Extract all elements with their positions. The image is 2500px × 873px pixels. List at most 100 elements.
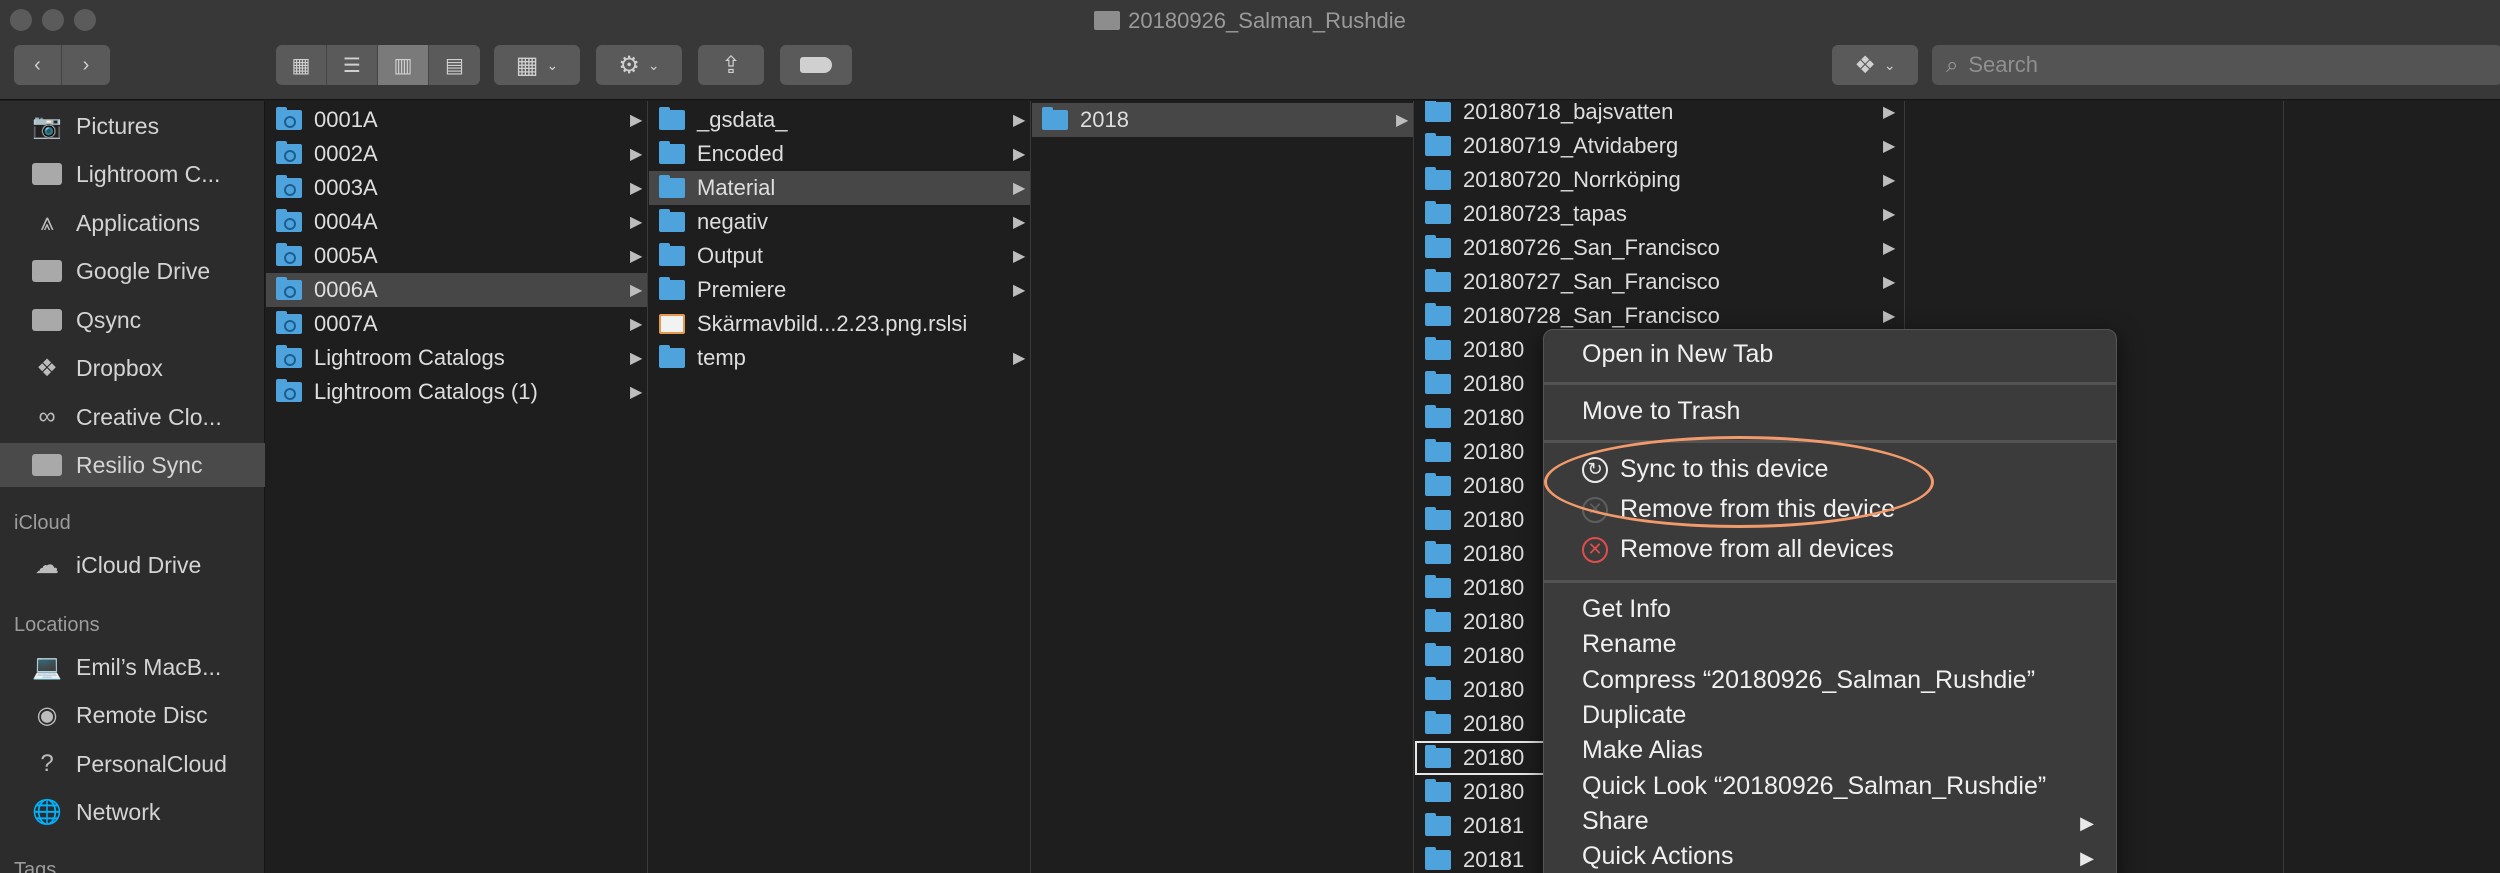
- sidebar-item-network[interactable]: 🌐 Network: [0, 790, 265, 834]
- list-item[interactable]: Premiere ▶: [649, 273, 1030, 307]
- sidebar-item-pictures[interactable]: 📷 Pictures: [0, 104, 265, 148]
- folder-icon: [30, 451, 64, 479]
- menu-item-remove-from-all-devices[interactable]: ✕ Remove from all devices: [1582, 535, 1894, 564]
- list-item[interactable]: 20180719_Atvidaberg ▶: [1415, 129, 1904, 163]
- list-item[interactable]: Skärmavbild...2.23.png.rslsi: [649, 307, 1030, 341]
- sidebar-item-creative-cloud[interactable]: ∞ Creative Clo...: [0, 395, 265, 439]
- list-item[interactable]: _gsdata_ ▶: [649, 103, 1030, 137]
- menu-item-open-new-tab[interactable]: Open in New Tab: [1582, 340, 1773, 369]
- folder-icon: [1425, 371, 1451, 394]
- sidebar-item-applications[interactable]: ⩓ Applications: [0, 201, 265, 245]
- chevron-right-icon: ▶: [1883, 172, 1896, 189]
- folder-icon: [1425, 541, 1451, 564]
- folder-icon: [1042, 107, 1068, 130]
- list-item[interactable]: Lightroom Catalogs ▶: [266, 341, 647, 375]
- folder-icon: [1425, 575, 1451, 598]
- list-item[interactable]: temp ▶: [649, 341, 1030, 375]
- chevron-right-icon: ▶: [1883, 104, 1896, 121]
- cloud-icon: ☁: [35, 551, 59, 579]
- list-item[interactable]: 2018 ▶: [1032, 103, 1413, 137]
- dropbox-menu-button[interactable]: ❖ ⌄: [1832, 45, 1918, 85]
- icon-view-icon[interactable]: ▦: [276, 45, 327, 85]
- sidebar-item-personalcloud[interactable]: ? PersonalCloud: [0, 742, 265, 786]
- sync-folder-icon: [276, 175, 302, 198]
- list-item[interactable]: 0004A ▶: [266, 205, 647, 239]
- column-6: [2285, 101, 2500, 873]
- list-item-target[interactable]: 20180: [1415, 741, 1555, 775]
- laptop-icon: 💻: [32, 653, 62, 681]
- chevron-right-icon: ▶: [1883, 240, 1896, 257]
- sidebar-section-tags: Tags: [14, 859, 57, 873]
- applications-icon: ⩓: [40, 209, 54, 236]
- remove-all-icon: ✕: [1582, 536, 1608, 563]
- sidebar-item-dropbox[interactable]: ❖ Dropbox: [0, 346, 265, 390]
- list-item[interactable]: 0003A ▶: [266, 171, 647, 205]
- menu-item-compress[interactable]: Compress “20180926_Salman_Rushdie”: [1582, 666, 2035, 695]
- sync-folder-icon: [276, 141, 302, 164]
- folder-icon: [659, 141, 685, 164]
- chevron-right-icon: ▶: [630, 350, 643, 367]
- nav-buttons: ‹ ›: [14, 45, 110, 85]
- back-button[interactable]: ‹: [14, 45, 62, 85]
- sidebar-item-macbook[interactable]: 💻 Emil’s MacB...: [0, 645, 265, 689]
- group-button[interactable]: ▦ ⌄: [494, 45, 580, 85]
- list-item[interactable]: negativ ▶: [649, 205, 1030, 239]
- chevron-right-icon: ▶: [1013, 180, 1026, 197]
- list-item[interactable]: 20180726_San_Francisco ▶: [1415, 231, 1904, 265]
- folder-icon: [1425, 201, 1451, 224]
- sidebar-item-icloud-drive[interactable]: ☁ iCloud Drive: [0, 543, 265, 587]
- chevron-right-icon: ▶: [1013, 350, 1026, 367]
- sidebar-item-qsync[interactable]: Qsync: [0, 298, 265, 342]
- list-item[interactable]: Encoded ▶: [649, 137, 1030, 171]
- list-view-icon[interactable]: ☰: [327, 45, 378, 85]
- list-item[interactable]: 0005A ▶: [266, 239, 647, 273]
- dropbox-icon: ❖: [36, 354, 58, 382]
- list-item[interactable]: 20180728_San_Francisco ▶: [1415, 299, 1904, 333]
- gallery-view-icon[interactable]: ▤: [429, 45, 480, 85]
- menu-item-share[interactable]: Share: [1582, 807, 2082, 836]
- folder-icon: [1425, 133, 1451, 156]
- list-item[interactable]: Output ▶: [649, 239, 1030, 273]
- menu-item-duplicate[interactable]: Duplicate: [1582, 701, 1686, 730]
- menu-item-rename[interactable]: Rename: [1582, 630, 1677, 659]
- list-item[interactable]: 20180723_tapas ▶: [1415, 197, 1904, 231]
- chevron-right-icon: ▶: [1883, 308, 1896, 325]
- folder-icon: [659, 277, 685, 300]
- forward-button[interactable]: ›: [62, 45, 110, 85]
- menu-item-make-alias[interactable]: Make Alias: [1582, 736, 1703, 765]
- sidebar-item-remote-disc[interactable]: ◉ Remote Disc: [0, 693, 265, 737]
- list-item[interactable]: 20180727_San_Francisco ▶: [1415, 265, 1904, 299]
- list-item[interactable]: Material ▶: [649, 171, 1030, 205]
- menu-separator: [1544, 382, 2116, 385]
- search-input[interactable]: [1968, 52, 2469, 78]
- list-item[interactable]: 20180720_Norrköping ▶: [1415, 163, 1904, 197]
- folder-icon: [1425, 473, 1451, 496]
- list-item[interactable]: 0007A ▶: [266, 307, 647, 341]
- action-button[interactable]: ⚙ ⌄: [596, 45, 682, 85]
- menu-item-get-info[interactable]: Get Info: [1582, 595, 1671, 624]
- list-item[interactable]: 0006A ▶: [266, 273, 647, 307]
- chevron-right-icon: ▶: [1883, 206, 1896, 223]
- sidebar-item-google-drive[interactable]: Google Drive: [0, 249, 265, 293]
- sidebar-item-resilio-sync[interactable]: Resilio Sync: [0, 443, 265, 487]
- menu-item-quick-look[interactable]: Quick Look “20180926_Salman_Rushdie”: [1582, 772, 2046, 801]
- tag-button[interactable]: [780, 45, 852, 85]
- share-icon: ⇪: [720, 51, 742, 79]
- share-button[interactable]: ⇪: [698, 45, 764, 85]
- search-field[interactable]: ⌕: [1932, 45, 2500, 85]
- menu-item-move-to-trash[interactable]: Move to Trash: [1582, 397, 1740, 426]
- list-item[interactable]: 20180718_bajsvatten ▶: [1415, 101, 1904, 129]
- folder-icon: [659, 175, 685, 198]
- list-item[interactable]: 0002A ▶: [266, 137, 647, 171]
- column-view-icon[interactable]: ▥: [378, 45, 429, 85]
- sidebar-item-lightroom[interactable]: Lightroom C...: [0, 152, 265, 196]
- title-bar: 20180926_Salman_Rushdie ‹ › ▦ ☰ ▥ ▤ ▦ ⌄ ⚙…: [0, 0, 2500, 100]
- list-item[interactable]: Lightroom Catalogs (1) ▶: [266, 375, 647, 409]
- column-3: 2018 ▶: [1032, 101, 1414, 873]
- menu-item-quick-actions[interactable]: Quick Actions: [1582, 842, 2082, 871]
- list-item[interactable]: 0001A ▶: [266, 103, 647, 137]
- folder-icon: [1425, 269, 1451, 292]
- globe-icon: 🌐: [32, 798, 62, 826]
- folder-icon: [1425, 847, 1451, 870]
- folder-icon: [659, 243, 685, 266]
